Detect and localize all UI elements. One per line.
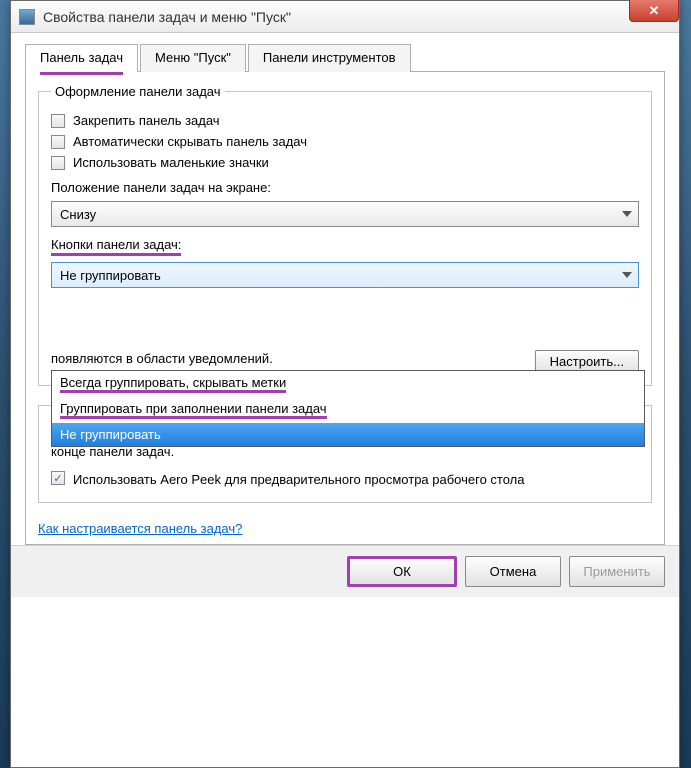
label-position: Положение панели задач на экране: xyxy=(51,180,639,195)
tab-label: Меню "Пуск" xyxy=(155,50,231,65)
properties-dialog: Свойства панели задач и меню "Пуск" ✕ Па… xyxy=(10,0,680,768)
combo-option-always-group[interactable]: Всегда группировать, скрывать метки xyxy=(52,371,644,397)
row-lock-taskbar[interactable]: Закрепить панель задач xyxy=(51,113,639,128)
cancel-button[interactable]: Отмена xyxy=(465,556,561,587)
apply-button[interactable]: Применить xyxy=(569,556,665,587)
label-taskbar-buttons-text: Кнопки панели задач: xyxy=(51,237,181,256)
label-aero-peek: Использовать Aero Peek для предварительн… xyxy=(73,471,525,489)
row-aero-peek[interactable]: ✓ Использовать Aero Peek для предварител… xyxy=(51,471,639,489)
label-small-icons: Использовать маленькие значки xyxy=(73,155,269,170)
combo-position[interactable]: Снизу xyxy=(51,201,639,227)
window-title: Свойства панели задач и меню "Пуск" xyxy=(43,9,291,25)
close-button[interactable]: ✕ xyxy=(629,0,679,22)
row-small-icons[interactable]: Использовать маленькие значки xyxy=(51,155,639,170)
combo-option-group-when-full[interactable]: Группировать при заполнении панели задач xyxy=(52,397,644,423)
tab-panel-taskbar: Оформление панели задач Закрепить панель… xyxy=(25,72,665,545)
dialog-button-bar: ОК Отмена Применить xyxy=(11,545,679,597)
group-appearance: Оформление панели задач Закрепить панель… xyxy=(38,84,652,386)
tab-start-menu[interactable]: Меню "Пуск" xyxy=(140,44,246,72)
row-autohide[interactable]: Автоматически скрывать панель задач xyxy=(51,134,639,149)
checkbox-lock[interactable] xyxy=(51,114,65,128)
ok-button[interactable]: ОК xyxy=(347,556,457,587)
checkbox-aero-peek[interactable]: ✓ xyxy=(51,471,65,485)
tab-label: Панели инструментов xyxy=(263,50,396,65)
label-lock: Закрепить панель задач xyxy=(73,113,220,128)
label-autohide: Автоматически скрывать панель задач xyxy=(73,134,307,149)
help-link[interactable]: Как настраивается панель задач? xyxy=(38,521,242,536)
combo-taskbar-buttons-value: Не группировать xyxy=(60,268,161,283)
label-taskbar-buttons: Кнопки панели задач: xyxy=(51,237,639,256)
combo-position-value: Снизу xyxy=(60,207,96,222)
tab-toolbars[interactable]: Панели инструментов xyxy=(248,44,411,72)
group-appearance-legend: Оформление панели задач xyxy=(51,84,225,99)
window-icon xyxy=(19,9,35,25)
combo-option-never-group[interactable]: Не группировать xyxy=(52,423,644,446)
chevron-down-icon xyxy=(622,272,632,278)
tab-strip: Панель задач Меню "Пуск" Панели инструме… xyxy=(25,43,665,72)
notification-text: появляются в области уведомлений. xyxy=(51,350,525,368)
titlebar[interactable]: Свойства панели задач и меню "Пуск" ✕ xyxy=(11,1,679,33)
chevron-down-icon xyxy=(622,211,632,217)
tab-label: Панель задач xyxy=(40,50,123,65)
combo-option-label: Всегда группировать, скрывать метки xyxy=(60,375,286,393)
tab-taskbar[interactable]: Панель задач xyxy=(25,44,138,72)
combo-option-label: Группировать при заполнении панели задач xyxy=(60,401,327,419)
combo-taskbar-buttons[interactable]: Не группировать xyxy=(51,262,639,288)
combo-taskbar-buttons-listbox[interactable]: Всегда группировать, скрывать метки Груп… xyxy=(51,370,645,447)
checkbox-small-icons[interactable] xyxy=(51,156,65,170)
highlight-underline xyxy=(40,72,123,75)
checkbox-autohide[interactable] xyxy=(51,135,65,149)
combo-option-label: Не группировать xyxy=(60,427,161,442)
